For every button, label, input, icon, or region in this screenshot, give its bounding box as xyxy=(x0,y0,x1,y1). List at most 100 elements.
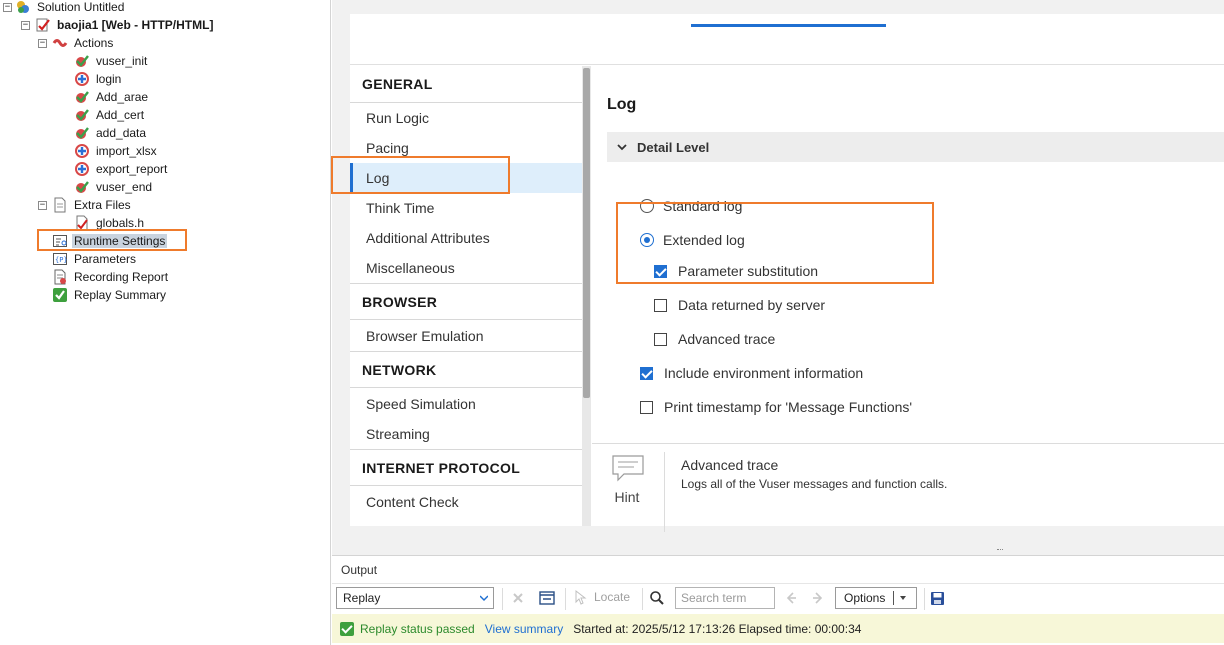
tree-node-solution[interactable]: Solution Untitled xyxy=(15,0,126,16)
category-item-run-logic[interactable]: Run Logic xyxy=(350,103,582,133)
tree-node-parameters[interactable]: {P} Parameters xyxy=(52,250,138,268)
parameters-icon: {P} xyxy=(52,251,68,267)
tree-node-replay-summary[interactable]: Replay Summary xyxy=(52,286,168,304)
data-returned-option[interactable]: Data returned by server xyxy=(654,297,825,313)
search-input[interactable] xyxy=(675,587,775,609)
tree-node-extra-files[interactable]: Extra Files xyxy=(52,196,133,214)
extra-files-label: Extra Files xyxy=(74,198,131,212)
collapse-solution-toggle[interactable]: − xyxy=(3,3,12,12)
tree-node-globals[interactable]: globals.h xyxy=(74,214,146,232)
script-label: baojia1 [Web - HTTP/HTML] xyxy=(57,18,214,32)
hint-title: Advanced trace xyxy=(681,457,779,473)
tree-node-action[interactable]: export_report xyxy=(74,160,169,178)
category-item-content-check[interactable]: Content Check xyxy=(350,487,582,517)
solution-icon xyxy=(15,0,31,15)
tree-node-action[interactable]: import_xlsx xyxy=(74,142,159,160)
status-passed-icon xyxy=(340,621,354,636)
collapse-extra-files-toggle[interactable]: − xyxy=(38,201,47,210)
action-plus-icon xyxy=(74,71,90,87)
hint-divider xyxy=(664,452,665,532)
advanced-trace-option[interactable]: Advanced trace xyxy=(654,331,775,347)
action-label: Add_cert xyxy=(96,108,145,122)
tree-node-action[interactable]: Add_arae xyxy=(74,88,150,106)
elapsed-time-text: Started at: 2025/5/12 17:13:26 Elapsed t… xyxy=(573,621,862,636)
action-label: vuser_init xyxy=(96,54,148,68)
extended-log-label: Extended log xyxy=(663,232,745,248)
parameter-substitution-checkbox[interactable] xyxy=(654,264,667,278)
data-returned-label: Data returned by server xyxy=(678,297,826,313)
extended-log-option[interactable]: Extended log xyxy=(640,232,745,248)
parameter-substitution-option[interactable]: Parameter substitution xyxy=(654,263,818,279)
category-scrollbar[interactable] xyxy=(582,66,591,526)
action-check-icon xyxy=(74,107,90,123)
hint-label: Hint xyxy=(614,489,640,505)
runtime-settings-pane: GENERAL Run Logic Pacing Log Think Time … xyxy=(332,0,1224,555)
tree-node-actions[interactable]: Actions xyxy=(52,34,115,52)
category-item-streaming[interactable]: Streaming xyxy=(350,419,582,449)
include-environment-checkbox[interactable] xyxy=(640,366,653,380)
print-timestamp-label: Print timestamp for 'Message Functions' xyxy=(664,399,913,415)
action-label: login xyxy=(96,72,122,86)
svg-text:{P}: {P} xyxy=(55,256,68,264)
print-timestamp-option[interactable]: Print timestamp for 'Message Functions' xyxy=(640,399,912,415)
clear-output-button[interactable] xyxy=(509,589,527,607)
print-timestamp-checkbox[interactable] xyxy=(640,400,653,414)
tree-node-recording-report[interactable]: Recording Report xyxy=(52,268,170,286)
standard-log-radio[interactable] xyxy=(640,199,654,213)
header-file-icon xyxy=(74,215,90,231)
extended-log-radio[interactable] xyxy=(640,233,654,247)
standard-log-label: Standard log xyxy=(663,198,743,214)
output-source-dropdown[interactable]: Replay xyxy=(336,587,494,609)
active-tab-indicator xyxy=(691,24,886,27)
action-label: add_data xyxy=(96,126,147,140)
wrap-output-button[interactable] xyxy=(538,589,556,607)
replay-passed-icon xyxy=(52,287,68,303)
chevron-down-icon xyxy=(900,596,907,600)
splitter-handle[interactable] xyxy=(997,549,1003,551)
category-scrollbar-thumb[interactable] xyxy=(583,68,590,398)
data-returned-checkbox[interactable] xyxy=(654,298,667,312)
category-item-pacing[interactable]: Pacing xyxy=(350,133,582,163)
advanced-trace-checkbox[interactable] xyxy=(654,332,667,346)
toolbar-divider xyxy=(502,588,503,610)
category-item-additional-attributes[interactable]: Additional Attributes xyxy=(350,223,582,253)
close-icon xyxy=(513,593,523,603)
category-item-browser-emulation[interactable]: Browser Emulation xyxy=(350,321,582,351)
solution-label: Solution Untitled xyxy=(37,0,125,14)
parameter-substitution-label: Parameter substitution xyxy=(678,263,819,279)
category-item-miscellaneous[interactable]: Miscellaneous xyxy=(350,253,582,283)
detail-level-section-header[interactable]: Detail Level xyxy=(607,132,1224,162)
previous-match-button[interactable] xyxy=(782,589,800,607)
tree-node-action[interactable]: vuser_init xyxy=(74,52,149,70)
collapse-actions-toggle[interactable]: − xyxy=(38,39,47,48)
tree-node-action[interactable]: vuser_end xyxy=(74,178,154,196)
view-summary-link[interactable]: View summary xyxy=(485,622,563,636)
output-title: Output xyxy=(341,563,378,577)
hint-text: Logs all of the Vuser messages and funct… xyxy=(681,477,948,491)
page-title: Log xyxy=(607,96,637,113)
save-output-button[interactable] xyxy=(928,589,946,607)
include-environment-label: Include environment information xyxy=(664,365,864,381)
action-check-icon xyxy=(74,53,90,69)
category-item-think-time[interactable]: Think Time xyxy=(350,193,582,223)
category-item-log[interactable]: Log xyxy=(350,163,582,193)
options-dropdown-button[interactable]: Options xyxy=(835,587,917,609)
log-settings-content: Log Detail Level Standard log Extended l… xyxy=(592,66,1224,532)
tree-node-action[interactable]: add_data xyxy=(74,124,148,142)
collapse-script-toggle[interactable]: − xyxy=(21,21,30,30)
locate-button[interactable]: Locate xyxy=(572,589,630,605)
action-label: import_xlsx xyxy=(96,144,157,158)
category-item-speed-simulation[interactable]: Speed Simulation xyxy=(350,389,582,419)
search-button[interactable] xyxy=(648,589,666,607)
next-match-button[interactable] xyxy=(809,589,827,607)
globals-label: globals.h xyxy=(96,216,145,230)
tree-node-action[interactable]: login xyxy=(74,70,123,88)
speech-bubble-icon xyxy=(612,455,644,482)
tree-node-action[interactable]: Add_cert xyxy=(74,106,146,124)
parameters-label: Parameters xyxy=(74,252,137,266)
tree-node-script[interactable]: baojia1 [Web - HTTP/HTML] xyxy=(35,16,215,34)
standard-log-option[interactable]: Standard log xyxy=(640,198,742,214)
tree-node-runtime-settings[interactable]: Runtime Settings xyxy=(52,232,168,250)
include-environment-option[interactable]: Include environment information xyxy=(640,365,863,381)
pointer-icon xyxy=(575,589,587,605)
